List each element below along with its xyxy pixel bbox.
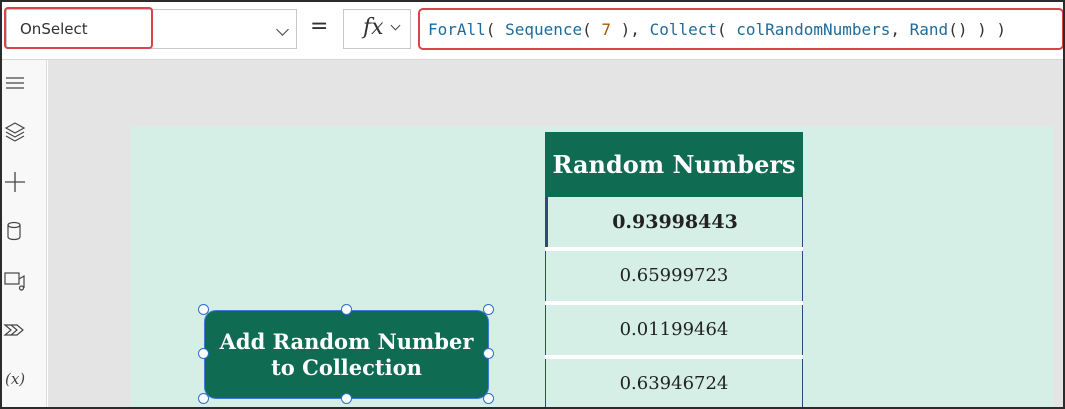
add-random-number-button[interactable]: Add Random Number to Collection [204, 310, 489, 399]
layers-icon[interactable] [2, 118, 28, 146]
formula-bar: OnSelect = fx ForAll( Sequence( 7 ), Col… [2, 2, 1063, 60]
resize-handle-top-right[interactable] [483, 304, 494, 315]
hamburger-menu-icon[interactable] [2, 70, 28, 98]
chevron-down-icon [276, 23, 289, 36]
app-frame: OnSelect = fx ForAll( Sequence( 7 ), Col… [0, 0, 1065, 409]
property-highlight-annotation [4, 7, 153, 49]
resize-handle-bottom-left[interactable] [198, 393, 209, 404]
resize-handle-bottom[interactable] [341, 393, 352, 404]
formula-paren: ( [717, 20, 737, 39]
equals-sign: = [310, 14, 329, 39]
resize-handle-right[interactable] [483, 348, 494, 359]
gallery-row[interactable]: 0.01199464 [545, 305, 803, 355]
formula-fn-rand: Rand [909, 20, 949, 39]
formula-fn-forall: ForAll [428, 20, 486, 39]
fx-icon: fx [363, 15, 384, 40]
variables-icon[interactable]: (x) [2, 365, 28, 393]
resize-handle-top-left[interactable] [198, 304, 209, 315]
formula-paren: ), [611, 20, 650, 39]
resize-handle-left[interactable] [198, 348, 209, 359]
gallery-row[interactable]: 0.65999723 [545, 251, 803, 301]
power-automate-icon[interactable] [2, 316, 28, 344]
media-icon[interactable] [2, 266, 28, 294]
formula-comma: , [890, 20, 910, 39]
left-rail: (x) [2, 60, 47, 407]
button-label-line2: to Collection [271, 354, 422, 380]
button-label-line1: Add Random Number [219, 328, 474, 354]
formula-text: ForAll( Sequence( 7 ), Collect( colRando… [428, 20, 1006, 39]
formula-collection-name: colRandomNumbers [736, 20, 891, 39]
formula-paren: ( [582, 20, 602, 39]
formula-fn-sequence: Sequence [505, 20, 583, 39]
gallery-header: Random Numbers [545, 132, 803, 197]
formula-fn-collect: Collect [649, 20, 717, 39]
random-numbers-gallery[interactable]: 0.93998443 0.65999723 0.01199464 0.63946… [545, 197, 803, 407]
formula-input[interactable]: ForAll( Sequence( 7 ), Collect( colRando… [418, 8, 1063, 50]
formula-paren: ( [485, 20, 506, 39]
resize-handle-bottom-right[interactable] [483, 393, 494, 404]
formula-tail: () ) ) [948, 20, 1006, 39]
gallery-row[interactable]: 0.63946724 [545, 359, 803, 407]
insert-plus-icon[interactable] [2, 168, 28, 196]
data-cylinder-icon[interactable] [2, 217, 28, 245]
resize-handle-top[interactable] [341, 304, 352, 315]
fx-button[interactable]: fx [343, 9, 411, 49]
fx-chevron-down-icon [390, 20, 401, 31]
formula-number: 7 [601, 20, 612, 39]
gallery-row[interactable]: 0.93998443 [545, 197, 803, 247]
